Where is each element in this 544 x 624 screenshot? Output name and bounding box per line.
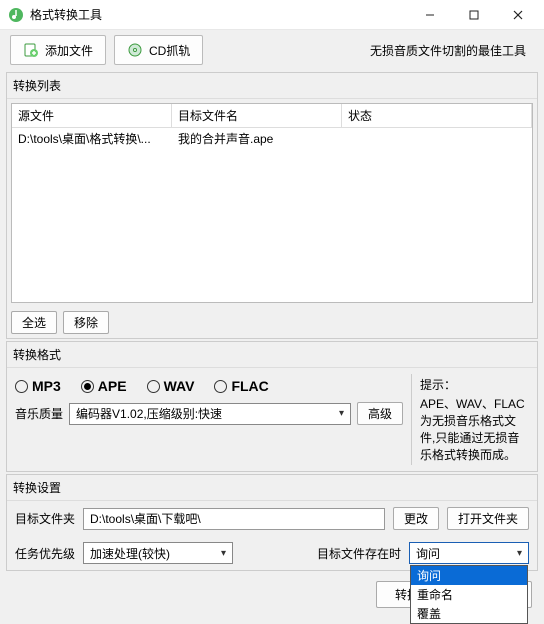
slogan-text: 无损音质文件切割的最佳工具 (370, 42, 526, 59)
cd-icon (127, 42, 143, 58)
cell-status (342, 128, 532, 149)
radio-wav-label: WAV (164, 378, 195, 394)
chevron-down-icon: ▾ (517, 548, 522, 559)
cd-grab-button[interactable]: CD抓轨 (114, 35, 203, 65)
exists-dropdown-list: 询问 重命名 覆盖 (410, 565, 528, 624)
toolbar: 添加文件 CD抓轨 无损音质文件切割的最佳工具 (0, 30, 544, 70)
file-list[interactable]: 源文件 目标文件名 状态 D:\tools\桌面\格式转换\... 我的合并声音… (11, 103, 533, 303)
exists-option-ask[interactable]: 询问 (411, 566, 527, 585)
list-group-header: 转换列表 (7, 73, 537, 99)
priority-label: 任务优先级 (15, 545, 75, 562)
list-group: 转换列表 源文件 目标文件名 状态 D:\tools\桌面\格式转换\... 我… (6, 72, 538, 339)
quality-value: 编码器V1.02,压缩级别:快速 (76, 405, 222, 422)
radio-icon (15, 380, 28, 393)
radio-wav[interactable]: WAV (147, 378, 195, 394)
exists-option-overwrite[interactable]: 覆盖 (411, 604, 527, 623)
format-group: 转换格式 MP3 APE WAV FLAC (6, 341, 538, 472)
remove-button[interactable]: 移除 (63, 311, 109, 334)
note-header: 提示： (420, 376, 531, 393)
change-folder-button[interactable]: 更改 (393, 507, 439, 530)
target-folder-value: D:\tools\桌面\下载吧\ (90, 510, 201, 527)
radio-mp3[interactable]: MP3 (15, 378, 61, 394)
radio-ape-label: APE (98, 378, 127, 394)
window-title: 格式转换工具 (30, 6, 408, 23)
col-status[interactable]: 状态 (342, 104, 532, 127)
minimize-button[interactable] (408, 1, 452, 29)
close-button[interactable] (496, 1, 540, 29)
chevron-down-icon: ▾ (221, 548, 226, 559)
settings-group-header: 转换设置 (7, 475, 537, 501)
select-all-button[interactable]: 全选 (11, 311, 57, 334)
target-folder-input[interactable]: D:\tools\桌面\下载吧\ (83, 508, 385, 530)
add-file-label: 添加文件 (45, 42, 93, 59)
quality-select[interactable]: 编码器V1.02,压缩级别:快速 ▾ (69, 403, 351, 425)
exists-label: 目标文件存在时 (317, 545, 401, 562)
quality-label: 音乐质量 (15, 405, 63, 422)
advanced-button[interactable]: 高级 (357, 402, 403, 425)
format-group-header: 转换格式 (7, 342, 537, 368)
title-bar: 格式转换工具 (0, 0, 544, 30)
radio-ape[interactable]: APE (81, 378, 127, 394)
target-folder-label: 目标文件夹 (15, 510, 75, 527)
priority-value: 加速处理(较快) (90, 545, 170, 562)
radio-mp3-label: MP3 (32, 378, 61, 394)
priority-select[interactable]: 加速处理(较快) ▾ (83, 542, 233, 564)
radio-icon (214, 380, 227, 393)
note-body: APE、WAV、FLAC为无损音乐格式文件,只能通过无损音乐格式转换而成。 (420, 395, 531, 463)
col-source[interactable]: 源文件 (12, 104, 172, 127)
radio-flac[interactable]: FLAC (214, 378, 268, 394)
radio-icon (81, 380, 94, 393)
list-header-row: 源文件 目标文件名 状态 (12, 104, 532, 128)
add-file-button[interactable]: 添加文件 (10, 35, 106, 65)
radio-flac-label: FLAC (231, 378, 268, 394)
cell-source: D:\tools\桌面\格式转换\... (12, 128, 172, 149)
col-target[interactable]: 目标文件名 (172, 104, 342, 127)
radio-icon (147, 380, 160, 393)
maximize-button[interactable] (452, 1, 496, 29)
cd-grab-label: CD抓轨 (149, 42, 190, 59)
app-icon (8, 7, 24, 23)
table-row[interactable]: D:\tools\桌面\格式转换\... 我的合并声音.ape (12, 128, 532, 149)
chevron-down-icon: ▾ (339, 408, 344, 419)
cell-target: 我的合并声音.ape (172, 128, 342, 149)
exists-select[interactable]: 询问 ▾ 询问 重命名 覆盖 (409, 542, 529, 564)
add-file-icon (23, 42, 39, 58)
exists-value: 询问 (416, 545, 440, 562)
settings-group: 转换设置 目标文件夹 D:\tools\桌面\下载吧\ 更改 打开文件夹 任务优… (6, 474, 538, 571)
open-folder-button[interactable]: 打开文件夹 (447, 507, 529, 530)
